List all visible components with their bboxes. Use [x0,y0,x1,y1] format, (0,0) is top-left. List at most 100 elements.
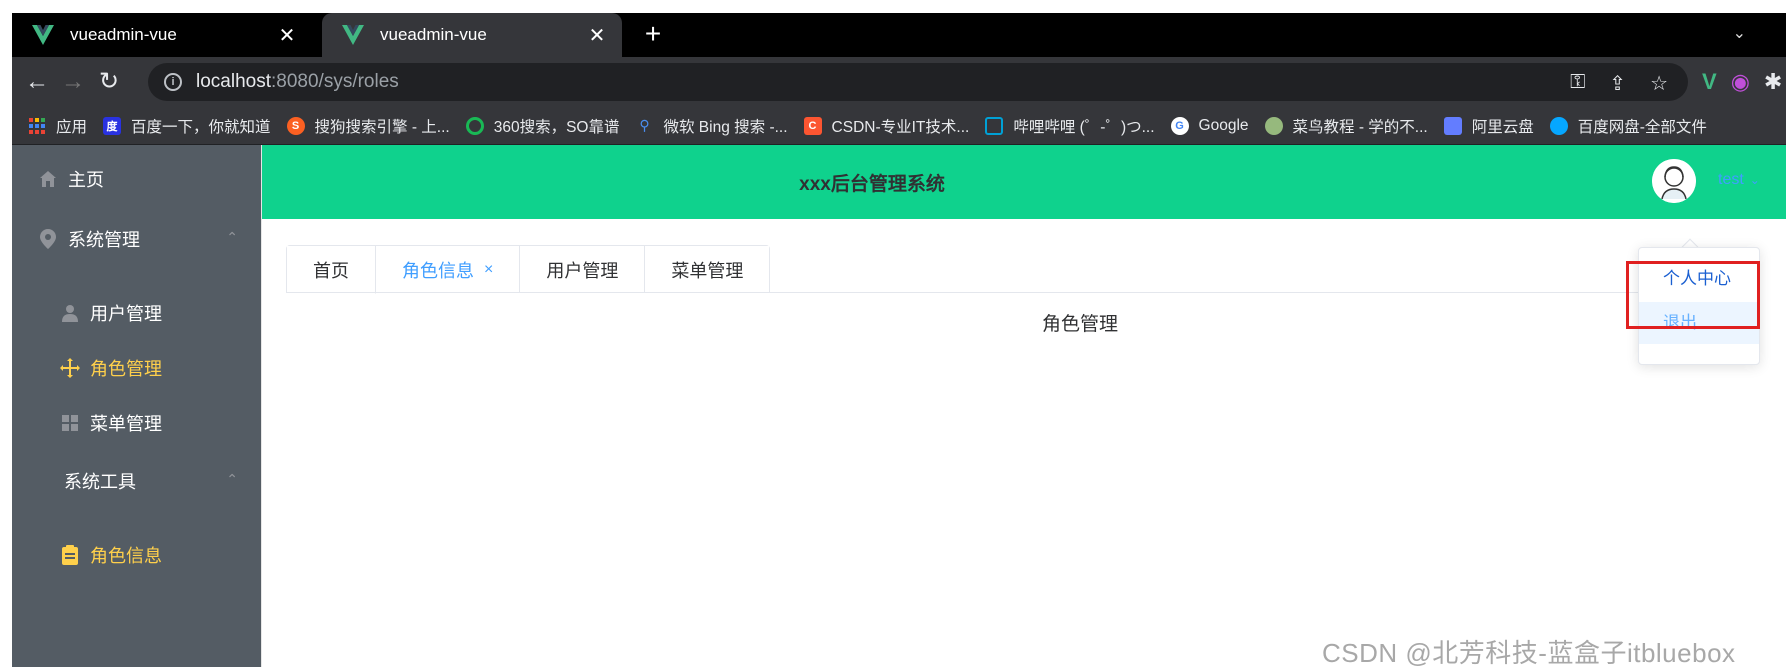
app-title: xxx后台管理系统 [799,174,945,195]
back-icon[interactable]: ← [22,67,52,97]
runoob-icon [1264,116,1283,135]
bookmark-baidu-pan[interactable]: 百度网盘-全部文件 [1549,115,1707,137]
site-info-icon[interactable]: i [164,73,182,91]
tab-search-icon[interactable]: ⌄ [1733,23,1746,43]
sidebar-item-tools[interactable]: 系统工具 ⌃ [12,453,262,509]
sidebar-item-label: 系统管理 [68,230,140,250]
url-path: :8080/sys/roles [271,71,399,92]
tab-users[interactable]: 用户管理 [519,246,645,293]
bookmark-label: 菜鸟教程 - 学的不... [1292,118,1428,136]
tab-label: 菜单管理 [671,260,744,281]
tab-label: 角色信息 [402,260,474,281]
bookmark-csdn[interactable]: C CSDN-专业IT技术... [803,115,970,137]
sidebar-item-home[interactable]: 主页 [12,151,262,207]
360-icon [465,116,484,135]
bookmark-bing[interactable]: ⚲ 微软 Bing 搜索 -... [636,115,787,137]
browser-tab-title: vueadmin-vue [70,25,177,44]
vue-devtools-icon[interactable]: V [1702,69,1717,95]
tab-home[interactable]: 首页 [287,246,375,293]
bookmark-label: 搜狗搜索引擎 - 上... [314,118,450,136]
sidebar-divider [261,145,262,667]
google-icon: G [1170,116,1189,135]
sidebar: 主页 系统管理 ⌃ 用户管理 角色管理 菜单管理 系统工具 ⌃ 角色信息 [12,145,262,667]
app-container: 主页 系统管理 ⌃ 用户管理 角色管理 菜单管理 系统工具 ⌃ 角色信息 xxx… [12,145,1786,667]
watermark: CSDN @北芳科技-蓝盒子itbluebox [1322,638,1736,667]
tab-menus[interactable]: 菜单管理 [644,246,770,293]
browser-tab-strip: vueadmin-vue ✕ vueadmin-vue ✕ + ⌄ [12,13,1786,57]
bookmark-label: 应用 [56,118,88,136]
bookmark-runoob[interactable]: 菜鸟教程 - 学的不... [1264,115,1428,137]
sidebar-item-users[interactable]: 用户管理 [12,285,262,341]
bookmark-label: 阿里云盘 [1471,118,1534,136]
home-icon [38,169,58,189]
bookmark-sogou[interactable]: S 搜狗搜索引擎 - 上... [286,115,450,137]
bookmark-label: CSDN-专业IT技术... [831,118,970,136]
sidebar-item-label: 角色信息 [90,546,162,566]
sidebar-item-roles[interactable]: 角色管理 [12,340,262,396]
extension-icon[interactable]: ◉ [1731,69,1750,95]
bookmark-bilibili[interactable]: 哔哩哔哩 (゜-゜)つ... [985,115,1155,137]
reload-icon[interactable]: ↻ [94,67,124,97]
highlight-box [1626,261,1760,329]
document-icon [60,545,80,565]
bookmark-aliyun[interactable]: 阿里云盘 [1443,115,1534,137]
vue-logo-icon [32,25,54,45]
share-icon[interactable]: ⇪ [1609,71,1626,96]
browser-tab-2[interactable]: vueadmin-vue ✕ [322,13,622,57]
search-icon: ⚲ [639,117,650,133]
sidebar-item-label: 主页 [68,170,104,190]
bookmark-label: Google [1198,116,1249,134]
sidebar-item-label: 系统工具 [64,472,136,492]
app-header: xxx后台管理系统 test ⌄ [262,145,1786,219]
address-bar[interactable]: i localhost:8080/sys/roles ⚿ ⇪ ☆ [148,63,1688,101]
sidebar-item-role-info[interactable]: 角色信息 [12,527,262,583]
username: test [1718,171,1744,188]
bookmark-label: 360搜索，SO靠谱 [493,118,620,136]
chevron-up-icon: ⌃ [226,229,238,245]
tab-label: 首页 [313,260,349,281]
bookmark-apps[interactable]: 应用 [28,115,87,137]
menu-grid-icon [60,413,80,433]
csdn-icon: C [803,116,822,135]
apps-grid-icon [28,117,46,135]
close-icon[interactable]: × [484,261,493,279]
location-icon [38,229,58,249]
aliyun-drive-icon [1443,116,1462,135]
bookmark-google[interactable]: G Google [1170,116,1249,135]
url-host: localhost [196,71,271,92]
chevron-down-icon: ⌄ [1749,173,1760,187]
browser-tab-title: vueadmin-vue [380,25,487,44]
chevron-up-icon: ⌃ [226,471,238,487]
sogou-icon: S [286,116,305,135]
bookmark-label: 百度一下，你就知道 [131,118,271,136]
sidebar-item-label: 角色管理 [90,359,162,379]
bookmark-star-icon[interactable]: ☆ [1650,71,1668,96]
sidebar-item-label: 菜单管理 [90,414,162,434]
browser-toolbar: ← → ↻ i localhost:8080/sys/roles ⚿ ⇪ ☆ V… [12,57,1786,107]
new-tab-button[interactable]: + [637,19,669,51]
sidebar-item-menus[interactable]: 菜单管理 [12,395,262,451]
tab-role-info[interactable]: 角色信息 × [375,246,520,294]
user-dropdown-trigger[interactable]: test ⌄ [1718,171,1760,189]
page-tabs: 首页 角色信息 × 用户管理 菜单管理 [286,245,771,294]
bookmark-label: 哔哩哔哩 (゜-゜)つ... [1013,118,1155,136]
close-tab-icon[interactable]: ✕ [586,23,608,48]
browser-window: vueadmin-vue ✕ vueadmin-vue ✕ + ⌄ ← → ↻ … [12,13,1786,667]
browser-tab-1[interactable]: vueadmin-vue ✕ [12,13,312,57]
close-tab-icon[interactable]: ✕ [276,23,298,48]
user-icon [60,303,80,323]
bookmark-baidu[interactable]: 度 百度一下，你就知道 [103,115,271,137]
sidebar-item-system[interactable]: 系统管理 ⌃ [12,211,262,267]
key-icon[interactable]: ⚿ [1570,71,1585,96]
bilibili-icon [985,116,1004,135]
avatar[interactable] [1652,159,1696,203]
baidu-icon: 度 [103,116,122,135]
tab-label: 用户管理 [546,260,619,281]
rank-icon [60,358,80,378]
tabs-underline [286,292,1726,293]
forward-icon[interactable]: → [58,67,88,97]
bookmark-360[interactable]: 360搜索，SO靠谱 [465,115,620,137]
bookmarks-bar: 应用 度 百度一下，你就知道 S 搜狗搜索引擎 - 上... 360搜索，SO靠… [12,107,1786,145]
extensions-puzzle-icon[interactable]: ✱ [1764,69,1782,95]
sidebar-item-label: 用户管理 [90,304,162,324]
